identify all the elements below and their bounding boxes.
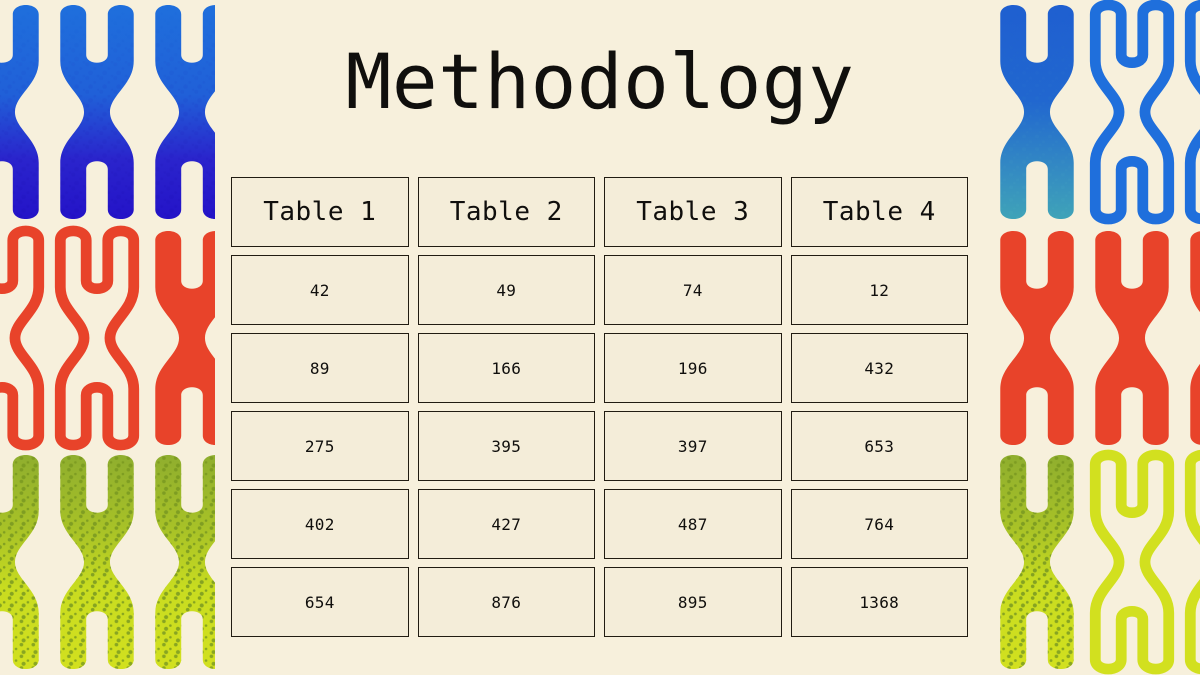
- chromosome-red-right-3: [1190, 230, 1200, 446]
- data-table: Table 1 Table 2 Table 3 Table 4 42 49 74…: [231, 177, 968, 637]
- table-row: 89 166 196 432: [231, 333, 968, 403]
- table-cell[interactable]: 876: [417, 567, 595, 637]
- chromosome-green-right-3: [1190, 455, 1200, 669]
- table-cell[interactable]: 895: [604, 567, 782, 637]
- table-cell[interactable]: 395: [417, 411, 595, 481]
- table-cell[interactable]: 653: [790, 411, 968, 481]
- table-cell[interactable]: 74: [604, 255, 782, 325]
- table-cell[interactable]: 487: [604, 489, 782, 559]
- table-header-cell-2[interactable]: Table 2: [417, 177, 595, 247]
- page-title: Methodology: [345, 37, 855, 126]
- table-cell[interactable]: 427: [417, 489, 595, 559]
- chromosome-red-left-3: [155, 230, 215, 446]
- chromosome-red-right-1: [1000, 230, 1074, 446]
- table-row: 654 876 895 1368: [231, 567, 968, 637]
- table-header-cell-3[interactable]: Table 3: [604, 177, 782, 247]
- chromosome-red-left-2: [60, 231, 133, 445]
- chromosome-red-left-1: [0, 231, 39, 445]
- table-cell[interactable]: 764: [790, 489, 968, 559]
- table-header-cell-1[interactable]: Table 1: [231, 177, 409, 247]
- table-cell[interactable]: 1368: [790, 567, 968, 637]
- table-cell[interactable]: 397: [604, 411, 782, 481]
- table-cell[interactable]: 402: [231, 489, 409, 559]
- table-header-cell-4[interactable]: Table 4: [790, 177, 968, 247]
- chromosome-red-right-2: [1095, 230, 1169, 446]
- table-cell[interactable]: 654: [231, 567, 409, 637]
- chromosome-green-left-3: [155, 454, 215, 670]
- table-row: 42 49 74 12: [231, 255, 968, 325]
- chromosome-green-right-1: [1000, 454, 1074, 670]
- table-row: 402 427 487 764: [231, 489, 968, 559]
- table-cell[interactable]: 12: [790, 255, 968, 325]
- table-header-row: Table 1 Table 2 Table 3 Table 4: [231, 177, 968, 247]
- table-cell[interactable]: 89: [231, 333, 409, 403]
- table-cell[interactable]: 275: [231, 411, 409, 481]
- table-cell[interactable]: 432: [790, 333, 968, 403]
- table-cell[interactable]: 166: [417, 333, 595, 403]
- table-cell[interactable]: 196: [604, 333, 782, 403]
- chromosome-green-left-1: [0, 454, 39, 670]
- table-row: 275 395 397 653: [231, 411, 968, 481]
- chromosome-green-right-2: [1095, 455, 1168, 669]
- table-cell[interactable]: 49: [417, 255, 595, 325]
- chromosome-green-left-2: [60, 454, 134, 670]
- slide-canvas: Methodology Table 1 Table 2 Table 3 Tabl…: [0, 0, 1200, 675]
- table-cell[interactable]: 42: [231, 255, 409, 325]
